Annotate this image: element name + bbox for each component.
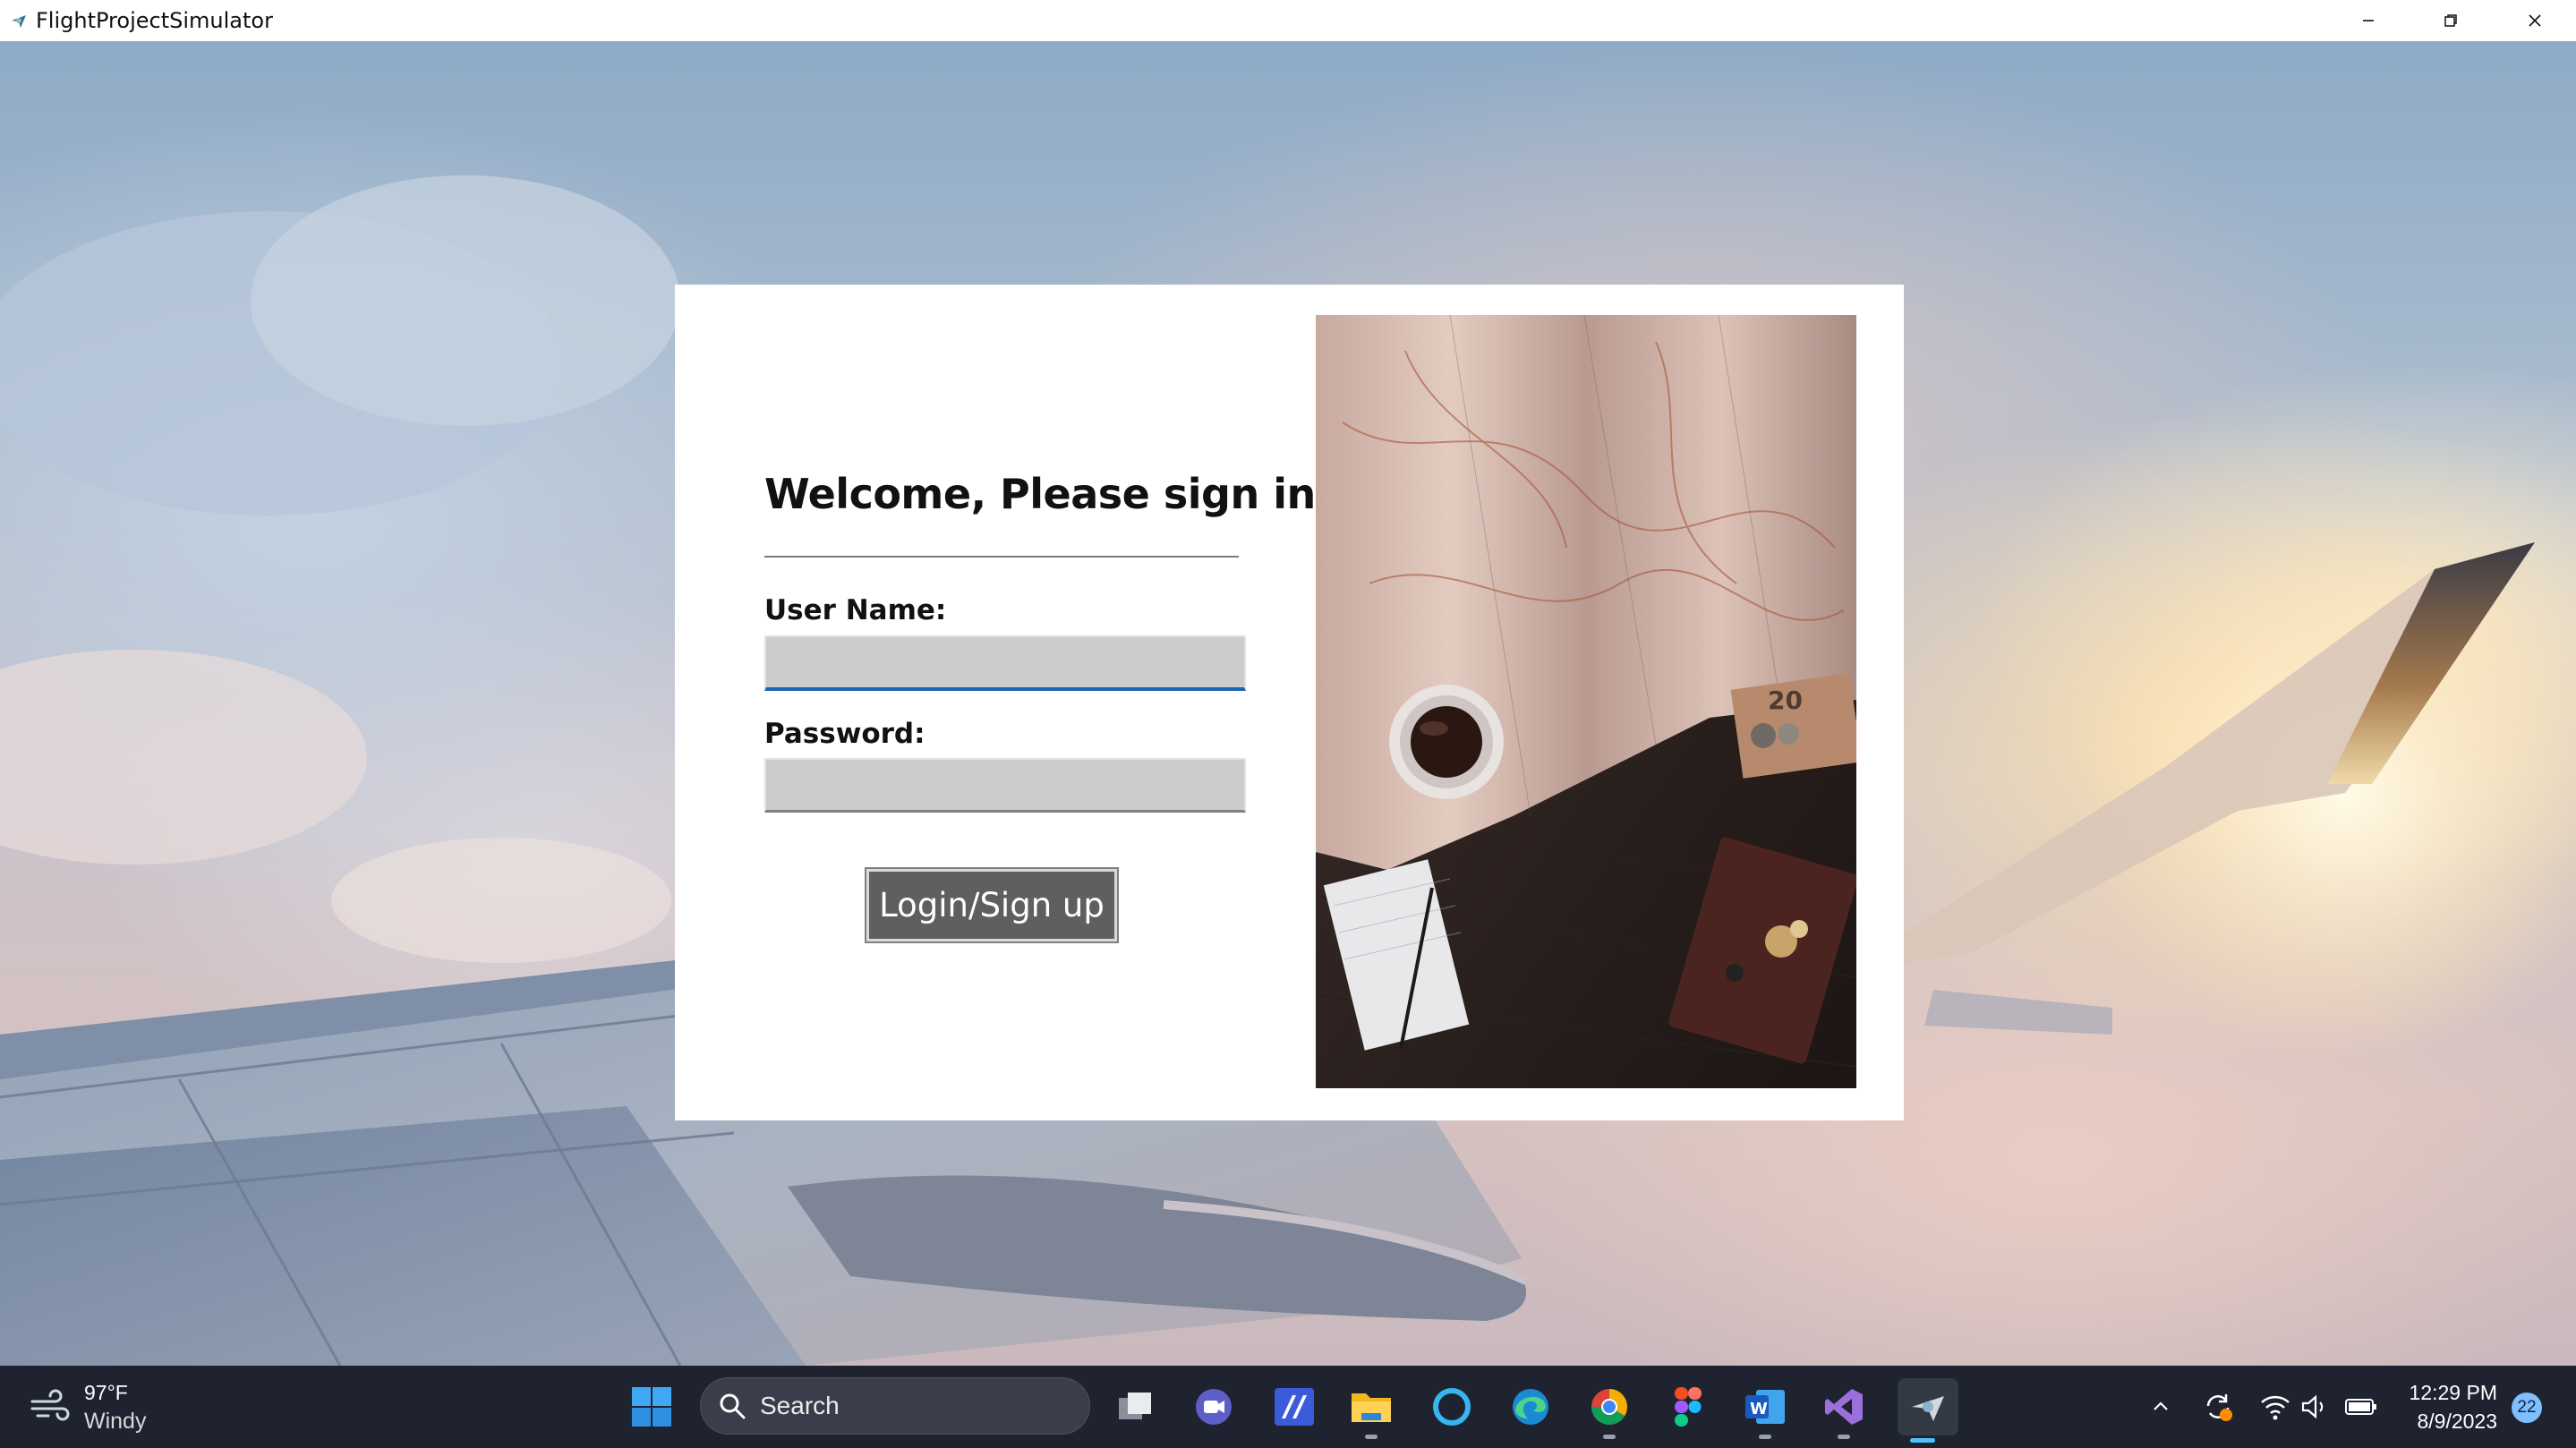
running-indicator: [1365, 1435, 1378, 1439]
code-editor-icon: [1275, 1388, 1314, 1426]
edge-browser-button[interactable]: [1506, 1382, 1556, 1432]
restore-button[interactable]: [2410, 0, 2492, 41]
heading-divider: [764, 556, 1239, 558]
sync-icon: [2206, 1394, 2232, 1421]
chrome-icon: [1591, 1389, 1627, 1425]
notification-badge[interactable]: 22: [2512, 1393, 2542, 1423]
word-icon: W: [1745, 1390, 1785, 1424]
weather-widget[interactable]: 97°F Windy: [29, 1378, 146, 1435]
chevron-up-icon: [2154, 1401, 2168, 1410]
weather-temperature: 97°F: [84, 1381, 128, 1404]
wifi-button[interactable]: [2257, 1389, 2293, 1425]
clock-time: 12:29 PM: [2409, 1381, 2497, 1404]
travel-map-photo: 20: [1316, 315, 1856, 1088]
taskbar: 97°F Windy Search W 12:29 PM 8/9/2023 22: [0, 1366, 2576, 1448]
edge-icon: [1513, 1389, 1548, 1425]
search-icon: [720, 1393, 746, 1419]
password-input[interactable]: [764, 758, 1246, 813]
volume-button[interactable]: [2297, 1389, 2333, 1425]
close-button[interactable]: [2494, 0, 2576, 41]
taskbar-search-box[interactable]: Search: [700, 1377, 1090, 1435]
battery-icon: [2345, 1399, 2376, 1415]
login-heading: Welcome, Please sign in: [764, 470, 1316, 518]
teams-chat-icon: [1196, 1389, 1232, 1425]
clock-date: 8/9/2023: [2417, 1410, 2497, 1433]
file-explorer-button[interactable]: [1346, 1382, 1396, 1439]
wifi-icon: [2261, 1395, 2290, 1420]
login-signup-button[interactable]: Login/Sign up: [866, 869, 1117, 941]
active-indicator: [1910, 1438, 1935, 1443]
figma-button[interactable]: [1663, 1382, 1713, 1432]
task-view-icon: [1119, 1393, 1151, 1419]
minimize-icon: [2363, 20, 2374, 21]
teams-chat-button[interactable]: [1189, 1382, 1239, 1432]
restore-icon: [2444, 14, 2457, 27]
flight-simulator-taskbar-button[interactable]: [1898, 1378, 1958, 1443]
figma-icon: [1675, 1387, 1702, 1427]
svg-text:W: W: [1750, 1400, 1768, 1418]
flight-simulator-app-icon: [1912, 1396, 1944, 1421]
show-hidden-icons-button[interactable]: [2143, 1389, 2179, 1425]
app-icon: [9, 11, 29, 30]
chrome-browser-button[interactable]: [1584, 1382, 1634, 1439]
running-indicator: [1838, 1435, 1850, 1439]
cortana-icon: [1433, 1388, 1471, 1426]
close-icon: [2529, 14, 2541, 27]
word-button[interactable]: W: [1740, 1382, 1790, 1439]
wind-icon: [30, 1389, 70, 1421]
running-indicator: [1603, 1435, 1616, 1439]
search-label: Search: [760, 1392, 840, 1419]
username-input[interactable]: [764, 635, 1246, 691]
code-editor-button[interactable]: [1269, 1382, 1319, 1432]
running-indicator: [1759, 1435, 1771, 1439]
title-bar: FlightProjectSimulator: [0, 0, 2576, 42]
username-label: User Name:: [764, 594, 947, 626]
password-label: Password:: [764, 718, 925, 750]
svg-text:20: 20: [1768, 686, 1803, 715]
taskbar-clock[interactable]: 12:29 PM 8/9/2023: [2399, 1378, 2497, 1435]
task-view-button[interactable]: [1110, 1382, 1160, 1432]
folder-icon: [1352, 1393, 1391, 1422]
window-title: FlightProjectSimulator: [36, 8, 273, 33]
sync-status-button[interactable]: [2200, 1389, 2236, 1425]
visual-studio-icon: [1825, 1389, 1863, 1425]
windows-logo-icon: [632, 1387, 671, 1427]
minimize-button[interactable]: [2327, 0, 2410, 41]
visual-studio-button[interactable]: [1819, 1382, 1869, 1439]
weather-condition: Windy: [84, 1409, 147, 1434]
start-button[interactable]: [630, 1385, 673, 1428]
cortana-button[interactable]: [1427, 1382, 1477, 1432]
speaker-icon: [2301, 1394, 2324, 1419]
login-card: Welcome, Please sign in User Name: Passw…: [675, 285, 1904, 1120]
battery-button[interactable]: [2343, 1389, 2379, 1425]
